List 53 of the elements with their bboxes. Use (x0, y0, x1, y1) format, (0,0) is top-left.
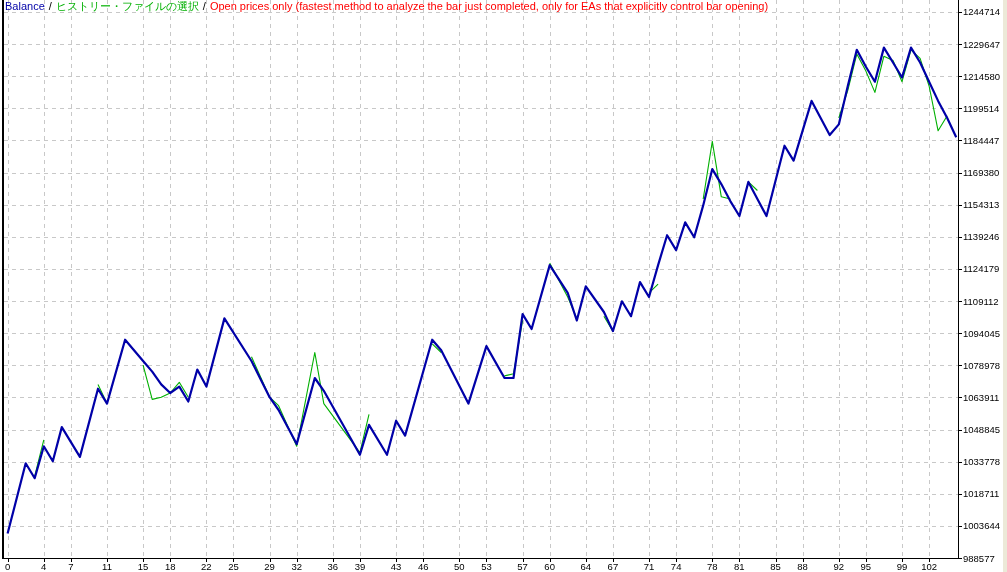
y-tick-label: 1169380 (963, 167, 1000, 179)
x-tick-label: 60 (544, 561, 555, 572)
x-tick-label: 32 (291, 561, 302, 572)
x-tick-label: 4 (41, 561, 47, 572)
y-tick-label: 1094045 (963, 327, 1000, 339)
x-tick-label: 102 (921, 561, 937, 572)
x-tick-label: 95 (860, 561, 872, 572)
y-tick-label: 1214580 (963, 70, 1000, 82)
x-tick-label: 25 (228, 561, 239, 572)
x-tick-label: 99 (896, 561, 908, 572)
x-tick-label: 36 (327, 561, 339, 572)
x-tick-label: 71 (643, 561, 655, 572)
y-tick-label: 1139246 (963, 231, 1000, 243)
x-tick-label: 81 (734, 561, 745, 572)
legend-label: ヒストリー・ファイルの選択 (55, 0, 199, 13)
x-tick-label: 43 (390, 561, 402, 572)
test-mode-label: Open prices only (fastest method to analyze the bar just completed, only for EAs that explicitly control bar opening) (209, 0, 769, 13)
y-tick-label: 1199514 (963, 102, 1000, 114)
x-tick-label: 46 (417, 561, 429, 572)
x-tick-label: 74 (670, 561, 682, 572)
x-tick-label: 50 (454, 561, 465, 572)
y-tick-label: 1154313 (963, 199, 1000, 211)
y-tick-label: 1033778 (963, 456, 1000, 468)
x-tick-label: 15 (137, 561, 149, 572)
x-tick-label: 22 (201, 561, 212, 572)
y-tick-label: 1184447 (963, 134, 1000, 146)
x-tick-label: 78 (707, 561, 718, 572)
x-tick-label: 64 (580, 561, 592, 572)
x-tick-label: 11 (102, 561, 112, 572)
x-tick-label: 7 (68, 561, 74, 572)
y-tick-label: 1018711 (963, 488, 1000, 500)
x-tick-label: 85 (770, 561, 781, 572)
y-tick-label: 1048845 (963, 424, 1000, 436)
x-tick-label: 92 (833, 561, 845, 572)
x-tick-label: 0 (4, 561, 11, 572)
y-tick-label: 1124179 (963, 263, 1000, 275)
x-tick-label: 39 (354, 561, 366, 572)
legend-label: Balance (5, 0, 45, 13)
x-tick-label: 88 (797, 561, 808, 572)
y-tick-label: 1078978 (963, 359, 1000, 371)
x-tick-label: 18 (164, 561, 176, 572)
x-tick-label: 57 (517, 561, 528, 572)
y-tick-label: 1244714 (963, 6, 1000, 18)
y-tick-label: 988577 (963, 552, 995, 564)
y-tick-label: 1063911 (963, 391, 1000, 403)
x-tick-label: 67 (607, 561, 619, 572)
x-tick-label: 29 (264, 561, 275, 572)
x-tick-label: 53 (481, 561, 492, 572)
legend-separator: / (202, 0, 206, 13)
y-tick-label: 1229647 (963, 38, 1000, 50)
y-tick-label: 1109112 (963, 295, 999, 307)
legend-separator: / (48, 0, 52, 13)
y-tick-label: 1003644 (963, 520, 1000, 532)
